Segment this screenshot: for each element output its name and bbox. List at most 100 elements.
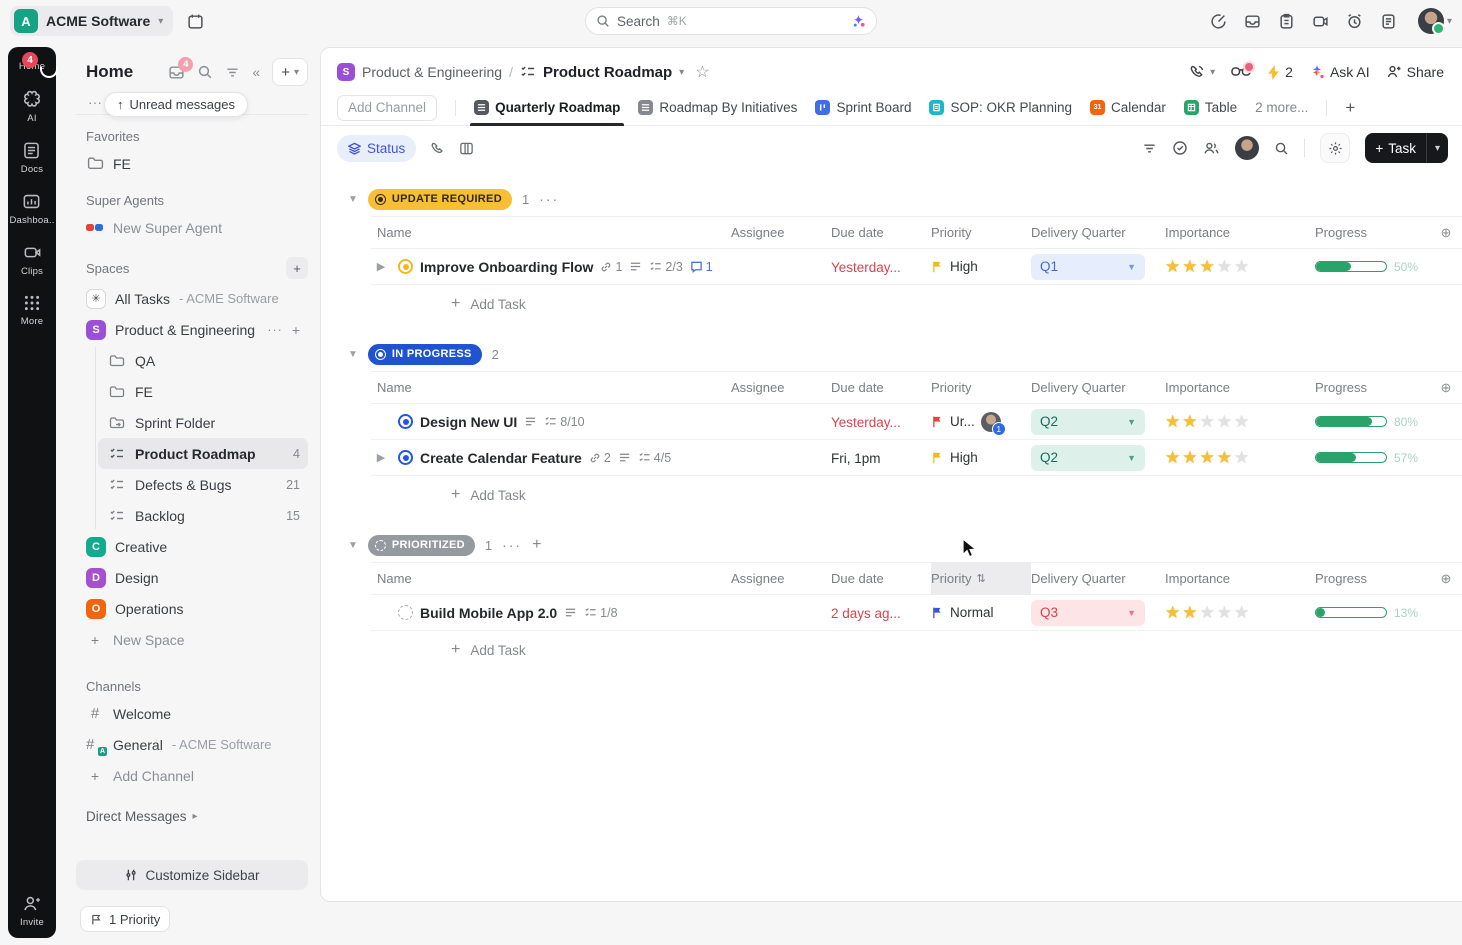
collapse-group-icon[interactable]: ▼: [348, 349, 358, 360]
channel-item-welcome[interactable]: # Welcome: [76, 698, 308, 729]
due-date[interactable]: Yesterday...: [831, 415, 901, 430]
search-icon[interactable]: [1274, 141, 1289, 156]
new-task-button[interactable]: +Task ▾: [1365, 133, 1448, 163]
status-icon[interactable]: [398, 605, 413, 620]
add-column-icon[interactable]: ⊕: [1430, 225, 1462, 241]
clipboard-icon[interactable]: [1278, 13, 1295, 30]
unread-messages-pill[interactable]: ↑ Unread messages: [104, 92, 248, 117]
sidebar-item-fe[interactable]: FE: [98, 376, 308, 407]
column-due-date[interactable]: Due date: [831, 571, 931, 586]
sidebar-item-creative[interactable]: C Creative: [76, 531, 308, 562]
column-delivery-quarter[interactable]: Delivery Quarter: [1031, 380, 1165, 395]
priority-filter-pill[interactable]: 1 Priority: [80, 906, 170, 932]
sidebar-item-design[interactable]: D Design: [76, 562, 308, 593]
delivery-quarter-select[interactable]: Q1▼: [1031, 254, 1145, 280]
importance-stars[interactable]: ★★★★★: [1165, 413, 1315, 430]
column-name[interactable]: Name: [371, 571, 731, 586]
add-channel-button[interactable]: Add Channel: [337, 95, 437, 121]
sidebar-item-all-tasks[interactable]: ✳ All Tasks - ACME Software: [76, 283, 308, 314]
expand-task-icon[interactable]: ▶: [371, 260, 391, 273]
task-name[interactable]: Improve Onboarding Flow: [420, 259, 593, 275]
priority-cell[interactable]: High: [931, 259, 1031, 274]
due-date[interactable]: Fri, 1pm: [831, 451, 881, 466]
reminder-clock-icon[interactable]: [1346, 13, 1363, 30]
delivery-quarter-select[interactable]: Q2▼: [1031, 409, 1145, 435]
due-date[interactable]: Yesterday...: [831, 260, 901, 275]
call-button[interactable]: ▾: [1189, 64, 1215, 80]
sidebar-filter-icon[interactable]: [225, 65, 240, 80]
channel-item-general[interactable]: #A General - ACME Software: [76, 729, 308, 760]
sprint-points-indicator[interactable]: 2: [1267, 64, 1293, 80]
sidebar-search-icon[interactable]: [197, 64, 213, 80]
filter-icon[interactable]: [1142, 141, 1157, 156]
sidebar-create-button[interactable]: +▾: [272, 58, 308, 86]
add-task-button[interactable]: + Add Task: [371, 285, 1462, 323]
column-delivery-quarter[interactable]: Delivery Quarter: [1031, 571, 1165, 586]
customize-sidebar-button[interactable]: Customize Sidebar: [76, 860, 308, 890]
page-title[interactable]: Product Roadmap: [543, 64, 672, 81]
chevron-down-icon[interactable]: ▾: [679, 67, 684, 78]
notes-doc-icon[interactable]: [1380, 13, 1397, 30]
rail-item-invite[interactable]: Invite: [20, 894, 44, 928]
status-group-pill[interactable]: UPDATE REQUIRED: [368, 189, 512, 210]
goggles-notifications-icon[interactable]: [1231, 65, 1251, 79]
tab-quarterly-roadmap[interactable]: Quarterly Roadmap: [474, 90, 620, 126]
column-importance[interactable]: Importance: [1165, 571, 1315, 586]
calendar-icon[interactable]: [187, 13, 204, 30]
task-button-chevron[interactable]: ▾: [1426, 133, 1448, 163]
favorite-item-fe[interactable]: FE: [76, 148, 308, 179]
workspace-switcher[interactable]: A ACME Software ▾: [10, 6, 173, 36]
column-assignee[interactable]: Assignee: [731, 380, 831, 395]
delivery-quarter-select[interactable]: Q2▼: [1031, 445, 1145, 471]
assignees-icon[interactable]: [1203, 140, 1220, 157]
task-row[interactable]: ▶ Improve Onboarding Flow 1 2/3 1 Yester…: [371, 249, 1462, 285]
sidebar-item-sprint-folder[interactable]: Sprint Folder: [98, 407, 308, 438]
add-column-icon[interactable]: ⊕: [1430, 571, 1462, 587]
new-space-item[interactable]: + New Space: [76, 624, 308, 655]
tab-sprint-board[interactable]: Sprint Board: [815, 90, 911, 126]
importance-stars[interactable]: ★★★★★: [1165, 604, 1315, 621]
links-indicator[interactable]: 2: [589, 451, 611, 465]
status-icon[interactable]: [398, 450, 413, 465]
column-progress[interactable]: Progress: [1315, 225, 1430, 240]
checklist-indicator[interactable]: 1/8: [584, 606, 617, 620]
phone-icon[interactable]: [430, 141, 445, 156]
collapse-sidebar-icon[interactable]: «: [252, 64, 260, 80]
rail-item-more[interactable]: More: [21, 294, 43, 327]
comments-indicator[interactable]: 1: [690, 260, 713, 274]
group-by-status-pill[interactable]: Status: [337, 135, 416, 162]
inbox-icon[interactable]: [1244, 13, 1261, 30]
priority-cell[interactable]: Ur...: [931, 412, 1031, 432]
description-icon[interactable]: [564, 606, 577, 619]
status-icon[interactable]: [398, 414, 413, 429]
tabs-overflow[interactable]: 2 more...: [1255, 100, 1308, 115]
sidebar-item-product-engineering[interactable]: S Product & Engineering ··· +: [76, 314, 308, 345]
tab-sop-okr-planning[interactable]: SOP: OKR Planning: [929, 90, 1072, 126]
status-group-pill[interactable]: PRIORITIZED: [368, 535, 475, 556]
description-icon[interactable]: [524, 415, 537, 428]
status-icon[interactable]: [398, 259, 413, 274]
task-name[interactable]: Build Mobile App 2.0: [420, 605, 557, 621]
global-search-input[interactable]: Search ⌘K: [585, 7, 877, 35]
view-settings-button[interactable]: [1320, 133, 1350, 163]
group-menu-icon[interactable]: ···: [539, 191, 559, 207]
group-add-icon[interactable]: +: [532, 536, 541, 554]
column-priority[interactable]: Priority: [931, 225, 1031, 240]
task-name[interactable]: Create Calendar Feature: [420, 450, 582, 466]
breadcrumb-space[interactable]: Product & Engineering: [362, 64, 502, 80]
sidebar-item-backlog[interactable]: Backlog 15: [98, 500, 308, 531]
checklist-indicator[interactable]: 8/10: [544, 415, 584, 429]
links-indicator[interactable]: 1: [600, 260, 622, 274]
collapse-group-icon[interactable]: ▼: [348, 540, 358, 551]
me-filter-avatar[interactable]: [1235, 136, 1259, 160]
compose-icon[interactable]: [1210, 13, 1227, 30]
sidebar-inbox-icon[interactable]: 4: [168, 64, 185, 81]
add-space-icon[interactable]: +: [286, 257, 308, 279]
user-menu[interactable]: ▾: [1418, 8, 1452, 34]
expand-task-icon[interactable]: ▶: [371, 451, 391, 464]
rail-item-clips[interactable]: Clips: [21, 243, 43, 277]
sidebar-item-qa[interactable]: QA: [98, 345, 308, 376]
add-column-icon[interactable]: ⊕: [1430, 380, 1462, 396]
column-name[interactable]: Name: [371, 225, 731, 240]
column-due-date[interactable]: Due date: [831, 225, 931, 240]
